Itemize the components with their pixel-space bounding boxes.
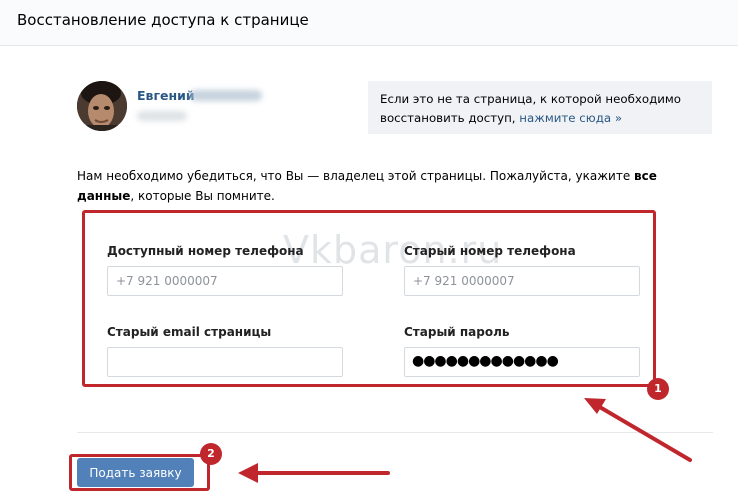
annotation-arrow-2 <box>238 463 390 483</box>
annotation-arrow-1 <box>584 398 692 462</box>
annotation-arrows <box>238 398 692 483</box>
